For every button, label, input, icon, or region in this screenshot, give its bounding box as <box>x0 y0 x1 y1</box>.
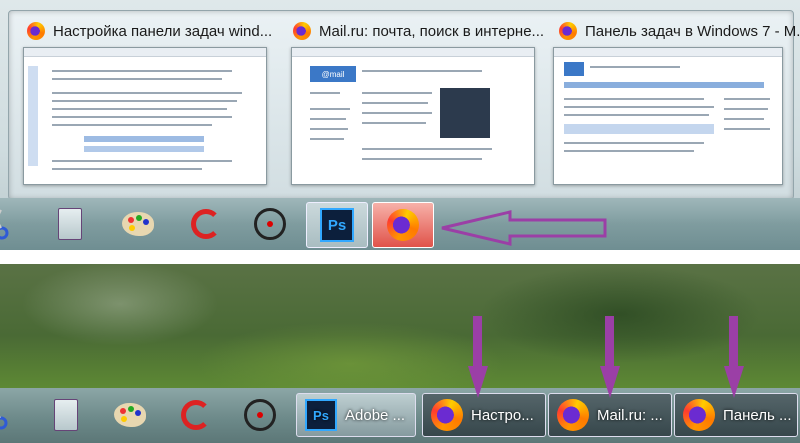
scissors-icon <box>0 209 9 240</box>
record-button[interactable] <box>230 393 290 437</box>
firefox-icon <box>27 22 45 40</box>
thumbnail-3[interactable]: Панель задач в Windows 7 - M... <box>541 11 800 195</box>
thumbnail-preview-popup: Настройка панели задач wind... Mail.ru: … <box>8 10 800 200</box>
thumbnail-title: Mail.ru: почта, поиск в интерне... <box>293 21 544 41</box>
calculator-button[interactable] <box>36 393 96 437</box>
top-screenshot: Настройка панели задач wind... Mail.ru: … <box>0 0 800 250</box>
mailru-logo: @mail <box>310 66 356 82</box>
thumbnail-preview-image: @mail <box>291 47 535 185</box>
annotation-arrow-down-2 <box>600 316 620 398</box>
paint-palette-icon <box>114 403 146 427</box>
taskbar-button-label: Mail.ru: ... <box>597 406 663 424</box>
firefox-icon <box>431 399 463 431</box>
firefox-icon <box>387 209 419 241</box>
record-icon <box>254 208 286 240</box>
annotation-arrow-down-3 <box>724 316 744 398</box>
bottom-screenshot: Ps Adobe ... Настро... Mail.ru: ... Пане… <box>0 264 800 443</box>
ccleaner-button[interactable] <box>176 202 236 246</box>
photoshop-icon: Ps <box>320 208 354 242</box>
taskbar-button-label: Adobe ... <box>345 406 406 424</box>
calculator-icon <box>58 208 82 240</box>
paint-button[interactable] <box>108 202 168 246</box>
photoshop-icon: Ps <box>305 399 337 431</box>
firefox-icon <box>559 22 577 40</box>
adobe-photoshop-taskbar-button[interactable]: Ps Adobe ... <box>296 393 416 437</box>
firefox-button-active[interactable] <box>372 202 434 248</box>
scissors-button[interactable] <box>0 202 16 246</box>
taskbar: Ps <box>0 198 800 250</box>
ccleaner-icon <box>181 400 211 430</box>
taskbar-button-label: Настро... <box>471 406 534 424</box>
ccleaner-icon <box>191 209 221 239</box>
thumbnail-1[interactable]: Настройка панели задач wind... <box>9 11 272 195</box>
ccleaner-button[interactable] <box>166 393 226 437</box>
thumbnail-title: Настройка панели задач wind... <box>27 21 272 41</box>
thumbnail-title-text: Панель задач в Windows 7 - M... <box>585 22 800 40</box>
thumbnail-2[interactable]: Mail.ru: почта, поиск в интерне... @mail <box>275 11 544 195</box>
taskbar-button-label: Панель ... <box>723 406 792 424</box>
record-icon <box>244 399 276 431</box>
photoshop-button[interactable]: Ps <box>306 202 368 248</box>
firefox-icon <box>683 399 715 431</box>
firefox-icon <box>293 22 311 40</box>
record-button[interactable] <box>240 202 300 246</box>
thumbnail-title: Панель задач в Windows 7 - M... <box>559 21 800 41</box>
scissors-button[interactable] <box>0 392 20 436</box>
paint-button[interactable] <box>100 393 160 437</box>
thumbnail-preview-image <box>23 47 267 185</box>
thumbnail-preview-image <box>553 47 783 185</box>
thumbnail-title-text: Настройка панели задач wind... <box>53 22 273 40</box>
calculator-button[interactable] <box>40 202 100 246</box>
taskbar: Ps Adobe ... Настро... Mail.ru: ... Пане… <box>0 388 800 443</box>
annotation-arrow-left <box>441 210 607 246</box>
thumbnail-title-text: Mail.ru: почта, поиск в интерне... <box>319 22 545 40</box>
annotation-arrow-down-1 <box>468 316 488 398</box>
scissors-icon <box>0 415 8 430</box>
paint-palette-icon <box>122 212 154 236</box>
calculator-icon <box>54 399 78 431</box>
firefox-icon <box>557 399 589 431</box>
